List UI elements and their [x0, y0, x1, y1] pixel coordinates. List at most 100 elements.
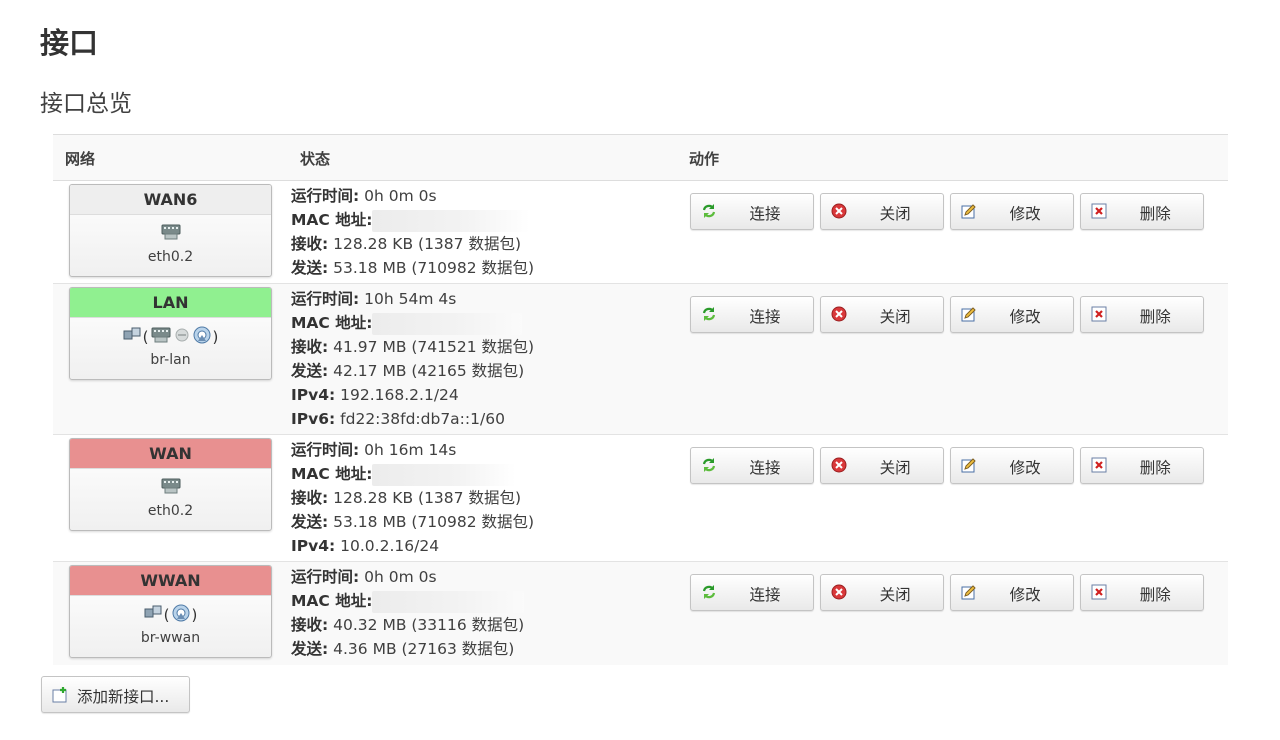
stop-button[interactable]: 关闭 — [820, 193, 945, 230]
edit-button[interactable]: 修改 — [950, 296, 1075, 333]
actions-cell: 连接 关闭 修改 删除 — [675, 434, 1228, 562]
table-row: WAN eth0.2 运行时间: 0h 16m 14s MAC 地址: 接收: … — [53, 434, 1228, 562]
header-status: 状态 — [284, 134, 675, 181]
uptime-value: 10h 54m 4s — [364, 290, 457, 308]
interface-badge-wan[interactable]: WAN eth0.2 — [69, 438, 272, 531]
interface-name: LAN — [70, 288, 271, 318]
reload-icon — [701, 203, 717, 219]
ipv6-line: IPv6: fd22:38fd:db7a::1/60 — [291, 410, 505, 428]
connect-button[interactable]: 连接 — [690, 447, 814, 484]
stop-button[interactable]: 关闭 — [820, 296, 945, 333]
uptime-line: 运行时间: 0h 0m 0s — [291, 568, 437, 586]
ipv4-line: IPv4: 10.0.2.16/24 — [291, 537, 440, 555]
table-row: WAN6 eth0.2 运行时间: 0h 0m 0s MAC 地址: 接收: 1… — [53, 180, 1228, 284]
status-cell: 运行时间: 0h 16m 14s MAC 地址: 接收: 128.28 KB (… — [284, 434, 675, 562]
network-cell: LAN ( ) br-lan — [53, 283, 284, 435]
edit-button[interactable]: 修改 — [950, 193, 1075, 230]
actions-cell: 连接 关闭 修改 删除 — [675, 283, 1228, 435]
delete-button[interactable]: 删除 — [1080, 296, 1205, 333]
connect-button[interactable]: 连接 — [690, 296, 814, 333]
rx-line: 接收: 40.32 MB (33116 数据包) — [291, 616, 525, 634]
connect-button[interactable]: 连接 — [690, 574, 814, 611]
uptime-value: 0h 0m 0s — [364, 568, 437, 586]
stop-icon — [831, 584, 847, 600]
edit-icon — [961, 457, 977, 473]
stop-icon — [831, 457, 847, 473]
device-name: br-wwan — [140, 630, 201, 646]
interface-badge-wwan[interactable]: WWAN ( ) br-wwan — [69, 565, 272, 658]
add-interface-label: 添加新接口... — [77, 688, 170, 706]
network-cell: WWAN ( ) br-wwan — [53, 561, 284, 665]
interface-badge-wan6[interactable]: WAN6 eth0.2 — [69, 184, 272, 277]
mac-line: MAC 地址: — [291, 462, 675, 486]
mac-line: MAC 地址: — [291, 589, 675, 613]
rx-value: 128.28 KB (1387 数据包) — [333, 235, 521, 253]
bridge-icon — [123, 326, 141, 348]
add-icon — [51, 686, 69, 704]
ethernet-disabled-icon — [173, 326, 191, 348]
interface-name: WWAN — [70, 566, 271, 596]
page-title: 接口 — [40, 26, 99, 60]
interface-badge-lan[interactable]: LAN ( ) br-lan — [69, 287, 272, 380]
header-network: 网络 — [53, 134, 284, 181]
stop-icon — [831, 203, 847, 219]
tx-line: 发送: 53.18 MB (710982 数据包) — [291, 513, 535, 531]
uptime-line: 运行时间: 10h 54m 4s — [291, 290, 457, 308]
mac-redacted — [372, 590, 525, 613]
tx-value: 53.18 MB (710982 数据包) — [333, 513, 535, 531]
network-cell: WAN eth0.2 — [53, 434, 284, 562]
reload-icon — [701, 457, 717, 473]
actions-cell: 连接 关闭 修改 删除 — [675, 561, 1228, 665]
status-cell: 运行时间: 0h 0m 0s MAC 地址: 接收: 40.32 MB (331… — [284, 561, 675, 665]
tx-value: 53.18 MB (710982 数据包) — [333, 259, 535, 277]
stop-button[interactable]: 关闭 — [820, 447, 945, 484]
edit-icon — [961, 203, 977, 219]
tx-value: 4.36 MB (27163 数据包) — [333, 640, 515, 658]
rx-line: 接收: 128.28 KB (1387 数据包) — [291, 489, 521, 507]
add-interface-button[interactable]: 添加新接口... — [41, 676, 190, 713]
network-cell: WAN6 eth0.2 — [53, 180, 284, 284]
header-actions: 动作 — [675, 134, 1228, 181]
mac-redacted — [372, 463, 517, 486]
device-name: br-lan — [150, 352, 191, 368]
delete-button[interactable]: 删除 — [1080, 447, 1205, 484]
wifi-icon — [193, 326, 211, 348]
ethernet-port-icon — [161, 223, 181, 245]
stop-button[interactable]: 关闭 — [820, 574, 945, 611]
tx-value: 42.17 MB (42165 数据包) — [333, 362, 525, 380]
rx-value: 41.97 MB (741521 数据包) — [333, 338, 535, 356]
actions-cell: 连接 关闭 修改 删除 — [675, 180, 1228, 284]
rx-line: 接收: 41.97 MB (741521 数据包) — [291, 338, 535, 356]
ipv4-value: 10.0.2.16/24 — [340, 537, 440, 555]
edit-button[interactable]: 修改 — [950, 447, 1075, 484]
tx-line: 发送: 4.36 MB (27163 数据包) — [291, 640, 515, 658]
delete-icon — [1091, 203, 1107, 219]
delete-button[interactable]: 删除 — [1080, 193, 1205, 230]
table-header-row: 网络 状态 动作 — [53, 134, 1228, 181]
uptime-line: 运行时间: 0h 0m 0s — [291, 187, 437, 205]
delete-button[interactable]: 删除 — [1080, 574, 1205, 611]
interface-name: WAN — [70, 439, 271, 469]
ipv4-value: 192.168.2.1/24 — [340, 386, 459, 404]
ethernet-port-icon — [161, 477, 181, 499]
status-cell: 运行时间: 10h 54m 4s MAC 地址: 接收: 41.97 MB (7… — [284, 283, 675, 435]
mac-line: MAC 地址: — [291, 208, 675, 232]
delete-icon — [1091, 306, 1107, 322]
wifi-icon — [172, 604, 190, 626]
connect-button[interactable]: 连接 — [690, 193, 814, 230]
interface-name: WAN6 — [70, 185, 271, 215]
ipv4-line: IPv4: 192.168.2.1/24 — [291, 386, 459, 404]
reload-icon — [701, 584, 717, 600]
device-name: eth0.2 — [147, 503, 194, 519]
table-row: WWAN ( ) br-wwan 运行时间: 0h 0m 0s MAC 地址: — [53, 561, 1228, 665]
edit-icon — [961, 584, 977, 600]
ipv6-value: fd22:38fd:db7a::1/60 — [340, 410, 505, 428]
section-title: 接口总览 — [40, 91, 132, 117]
stop-icon — [831, 306, 847, 322]
uptime-line: 运行时间: 0h 16m 14s — [291, 441, 457, 459]
edit-button[interactable]: 修改 — [950, 574, 1075, 611]
edit-icon — [961, 306, 977, 322]
tx-line: 发送: 42.17 MB (42165 数据包) — [291, 362, 525, 380]
rx-value: 128.28 KB (1387 数据包) — [333, 489, 521, 507]
tx-line: 发送: 53.18 MB (710982 数据包) — [291, 259, 535, 277]
